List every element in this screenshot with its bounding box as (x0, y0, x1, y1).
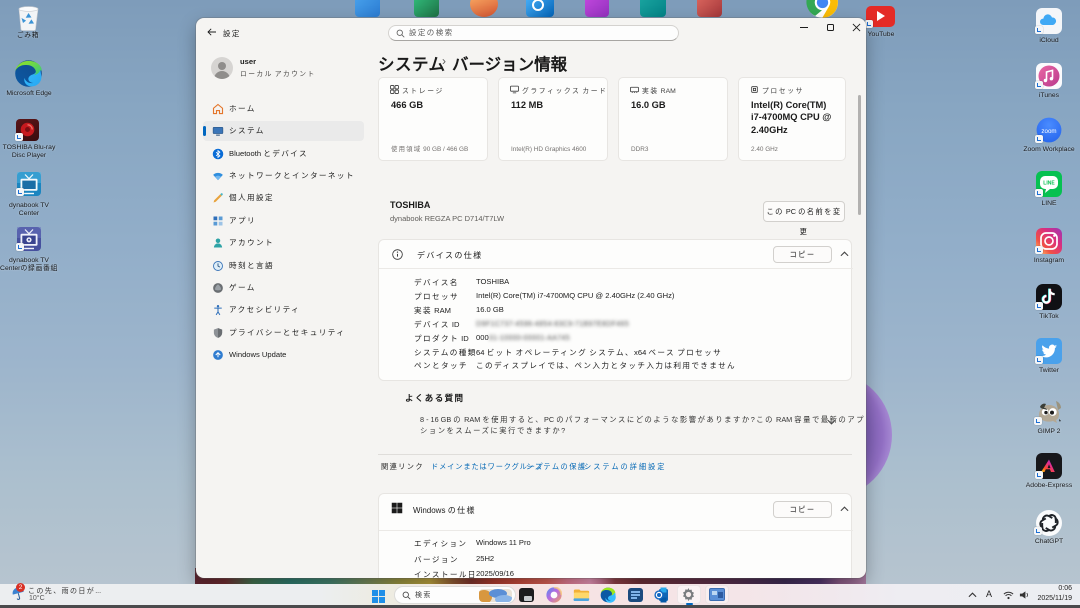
svg-text:zoom: zoom (1041, 128, 1056, 135)
svg-text:LINE: LINE (1043, 181, 1055, 187)
